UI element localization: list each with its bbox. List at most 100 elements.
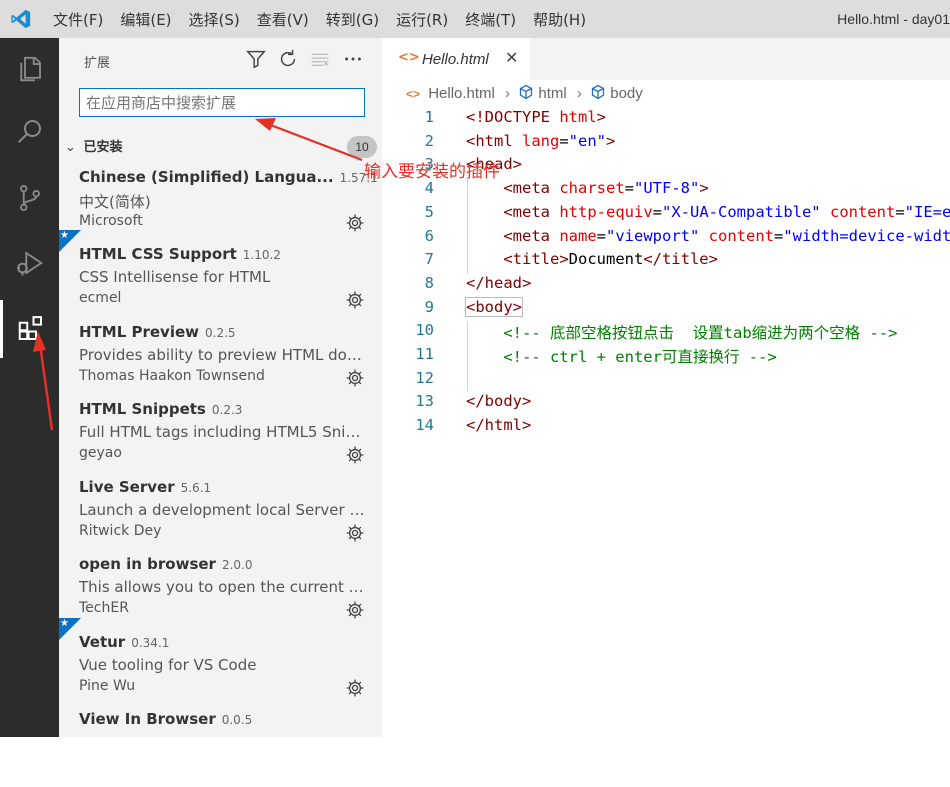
code-editor[interactable]: 1 <!DOCTYPE html> 2 <html lang="en"> 3 <head>… <box>382 108 950 737</box>
chevron-down-icon: ⌄ <box>65 140 76 155</box>
code-token: content <box>708 226 774 245</box>
code-token: <title> <box>503 250 569 269</box>
line-number: 9 <box>424 297 434 316</box>
installed-section-header[interactable]: ⌄ 已安装 <box>65 136 123 155</box>
chevron-right-icon: › <box>576 85 582 102</box>
menu-item[interactable]: 编辑(E) <box>120 9 171 30</box>
extension-item[interactable]: ★ Vetur 0.34.1 Vue tooling for VS Code Pine … <box>59 618 382 710</box>
code-text: <meta charset="UTF-8"> <box>466 179 709 198</box>
extension-name-text: Vetur <box>79 633 126 651</box>
gear-icon[interactable] <box>345 213 365 233</box>
explorer-button[interactable] <box>0 40 59 98</box>
line-number: 13 <box>415 392 434 411</box>
extension-item[interactable]: View In Browser 0.0.5 <box>59 710 382 787</box>
more-actions-icon[interactable] <box>342 48 364 70</box>
code-token: html <box>559 108 597 126</box>
code-token: <body> <box>465 296 523 317</box>
vscode-logo-icon <box>11 9 31 29</box>
breadcrumb-item-file[interactable]: Hello.html <box>428 85 495 102</box>
code-token: = <box>652 202 662 221</box>
line-number: 2 <box>424 131 434 150</box>
code-text: <!-- ctrl + enter可直接换行 --> <box>466 345 777 367</box>
menu-item[interactable]: 终端(T) <box>465 9 516 30</box>
extensions-icon <box>18 316 42 340</box>
clear-results-icon[interactable] <box>309 48 331 70</box>
run-debug-button[interactable] <box>0 234 59 292</box>
extension-version: 5.6.1 <box>180 481 212 495</box>
code-token: Document <box>568 250 644 269</box>
code-text: <meta http-equiv="X-UA-Compatible" conte… <box>466 203 950 221</box>
gear-icon[interactable] <box>345 523 365 543</box>
code-token: = <box>559 131 569 150</box>
extension-item[interactable]: ★ HTML CSS Support 1.10.2 CSS Intellisense … <box>59 230 382 322</box>
code-token: > <box>596 108 606 126</box>
extension-description: This allows you to open the current fil.… <box>79 578 369 596</box>
menu-item[interactable]: 帮助(H) <box>533 9 586 30</box>
menu-item[interactable]: 选择(S) <box>189 9 240 30</box>
extension-name: View In Browser 0.0.5 <box>79 710 252 728</box>
gear-icon[interactable] <box>345 290 365 310</box>
extension-description: CSS Intellisense for HTML <box>79 268 271 286</box>
code-token: = <box>624 179 634 198</box>
extension-version: 2.0.0 <box>221 558 253 572</box>
window-title: Hello.html - day01 <box>837 11 950 27</box>
code-token: <!-- ctrl + enter可直接换行 --> <box>503 348 777 366</box>
extension-version: 0.2.3 <box>211 403 243 417</box>
code-token: "en" <box>568 131 606 150</box>
code-text: <!-- 底部空格按钮点击 设置tab缩进为两个空格 --> <box>466 321 897 343</box>
code-token: <meta <box>503 202 560 221</box>
line-number: 7 <box>424 250 434 269</box>
code-token: content <box>829 202 896 221</box>
menu-item[interactable]: 文件(F) <box>53 9 103 30</box>
code-token: charset <box>559 179 625 198</box>
extension-item[interactable]: Chinese (Simplified) Langua... 1.57.1 中文(简… <box>59 168 382 245</box>
extension-item[interactable]: Live Server 5.6.1 Launch a development loc… <box>59 478 382 555</box>
code-text: <html lang="en"> <box>466 132 615 150</box>
menu-item[interactable]: 转到(G) <box>326 9 379 30</box>
run-debug-icon <box>16 251 43 276</box>
extension-version: 0.34.1 <box>131 636 170 650</box>
extension-name-text: Chinese (Simplified) Langua... <box>79 168 334 186</box>
gear-icon[interactable] <box>345 600 365 620</box>
extensions-sidebar: 扩展 ⌄ 已安装 10 Chinese (Simplified) Langua.… <box>59 38 382 737</box>
editor-tab-bar: <> Hello.html ✕ <box>382 38 950 80</box>
extension-item[interactable]: open in browser 2.0.0 This allows you to o… <box>59 555 382 632</box>
line-number: 14 <box>415 416 434 435</box>
code-token: > <box>699 179 709 198</box>
extension-name: Live Server 5.6.1 <box>79 478 211 496</box>
menu-item[interactable]: 查看(V) <box>257 9 309 30</box>
close-icon[interactable]: ✕ <box>505 48 518 68</box>
code-token: </head> <box>466 273 532 292</box>
code-token: name <box>559 226 597 245</box>
menu-item[interactable]: 运行(R) <box>396 9 448 30</box>
source-control-button[interactable] <box>0 169 59 227</box>
tab-hello-html[interactable]: <> Hello.html ✕ <box>382 38 530 80</box>
extension-description: Vue tooling for VS Code <box>79 656 257 674</box>
gear-icon[interactable] <box>345 445 365 465</box>
extensions-button[interactable] <box>0 300 59 358</box>
code-token: = <box>895 202 905 221</box>
menu-bar: 文件(F) 编辑(E) 选择(S) 查看(V) 转到(G) 运行(R) 终端(T) 帮助(H) <box>53 0 603 38</box>
gear-icon[interactable] <box>345 368 365 388</box>
extension-version: 0.0.5 <box>221 713 253 727</box>
extension-item[interactable]: HTML Preview 0.2.5 Provides ability to pre… <box>59 323 382 400</box>
breadcrumb-item-html[interactable]: html <box>538 85 566 102</box>
extension-search-input[interactable] <box>79 88 365 117</box>
extension-description: 中文(简体) <box>79 193 151 211</box>
gear-icon[interactable] <box>345 678 365 698</box>
extension-version: 1.10.2 <box>242 248 281 262</box>
extension-name: Vetur 0.34.1 <box>79 633 169 651</box>
extension-name-text: HTML Preview <box>79 323 200 341</box>
extension-item[interactable]: HTML Snippets 0.2.3 Full HTML tags includi… <box>59 400 382 477</box>
search-button[interactable] <box>0 102 59 160</box>
filter-icon[interactable] <box>245 48 267 70</box>
refresh-icon[interactable] <box>277 48 299 70</box>
breadcrumb-item-body[interactable]: body <box>610 85 643 102</box>
extension-publisher: TechER <box>79 600 129 616</box>
code-token: "width=device-width" <box>783 226 950 245</box>
code-text: </body> <box>466 392 531 410</box>
